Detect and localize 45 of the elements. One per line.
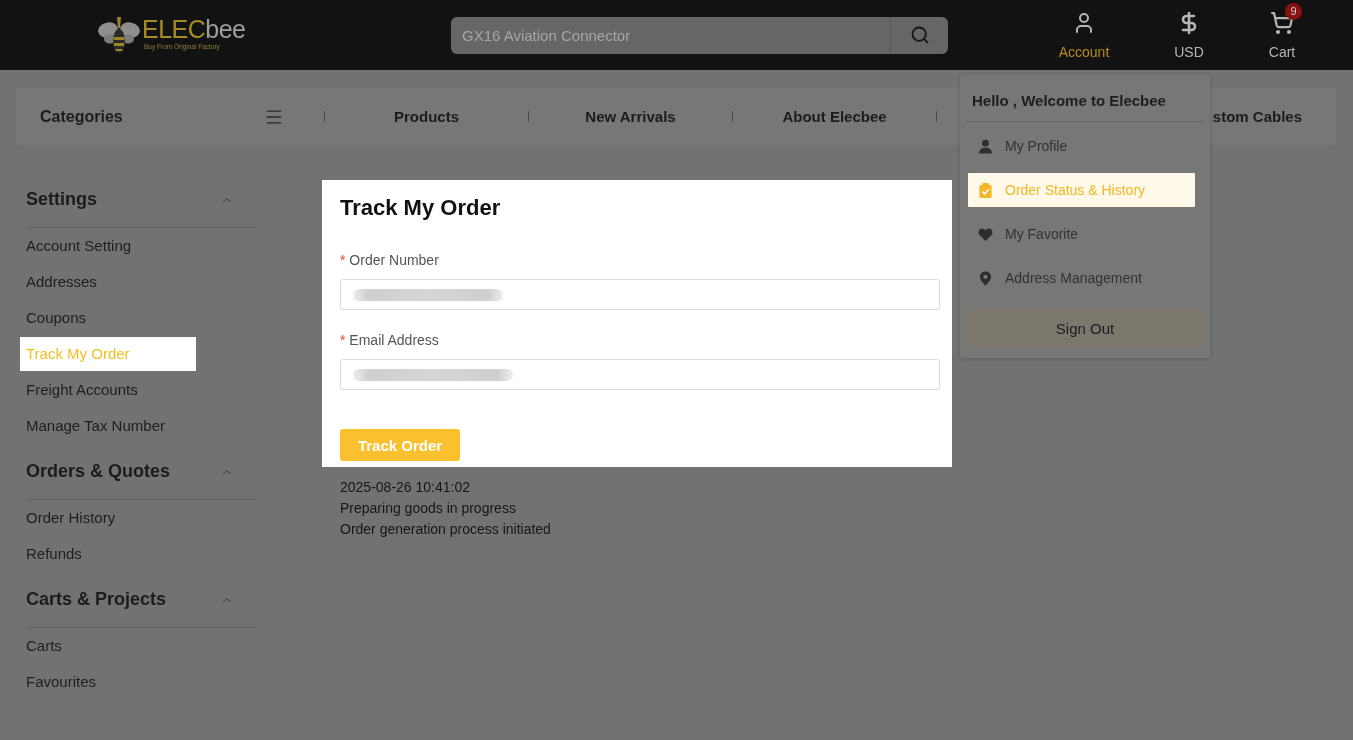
categories-button[interactable]: Categories [40, 105, 284, 128]
field-label: * Email Address [340, 331, 440, 350]
clipboard-check-icon [978, 182, 993, 198]
menu-item[interactable]: My Favorite [968, 217, 1195, 251]
search-button[interactable] [890, 16, 948, 54]
sign-out-button[interactable]: Sign Out [966, 308, 1204, 348]
menu-item[interactable]: Order Status & History [968, 173, 1195, 207]
section-title: Settings [26, 189, 97, 210]
nav-link[interactable]: stom Cables [1212, 106, 1302, 127]
sidebar-item[interactable]: Track My Order [20, 337, 196, 371]
account-button[interactable]: Account [1049, 0, 1119, 70]
menu-item[interactable]: My Profile [968, 129, 1195, 163]
sidebar-item[interactable]: Account Setting [20, 229, 196, 263]
cart-button[interactable]: Cart 9 [1247, 0, 1317, 70]
nav-link[interactable]: About Elecbee [782, 106, 887, 127]
map-pin-icon [978, 270, 993, 286]
search-icon [909, 25, 930, 45]
sidebar-item[interactable]: Freight Accounts [20, 373, 196, 407]
form-title: Track My Order [340, 194, 502, 222]
event-text: Order generation process initiated [340, 520, 551, 539]
sidebar-item[interactable]: Carts [20, 629, 196, 663]
heart-icon [978, 226, 993, 242]
sidebar-item[interactable]: Favourites [20, 665, 196, 699]
input-field[interactable] [340, 359, 940, 390]
event-time: 2025-08-26 10:41:02 [340, 478, 470, 497]
sidebar-item[interactable]: Coupons [20, 301, 196, 335]
event-text: Preparing goods in progress [340, 499, 516, 518]
menu-greeting: Hello , Welcome to Elecbee [966, 75, 1204, 122]
search-field[interactable]: GX16 Aviation Connector [451, 16, 890, 54]
bee-icon [97, 16, 141, 54]
field-label: * Order Number [340, 251, 440, 270]
nav-link[interactable]: New Arrivals [585, 106, 676, 127]
menu-item[interactable]: Address Management [968, 261, 1195, 295]
cart-count-badge: 9 [1285, 3, 1302, 20]
nav-link[interactable]: Products [394, 106, 459, 127]
section-title: Orders & Quotes [26, 461, 171, 482]
sidebar-item[interactable]: Manage Tax Number [20, 409, 196, 443]
brand-name: ELECbee [142, 15, 246, 43]
sidebar-item[interactable]: Order History [20, 501, 196, 535]
input-field[interactable] [340, 279, 940, 310]
section-title: Carts & Projects [26, 589, 167, 610]
currency-button[interactable]: USD [1154, 0, 1224, 70]
sidebar-item[interactable]: Refunds [20, 537, 196, 571]
person-icon [978, 138, 993, 154]
sidebar-item[interactable]: Addresses [20, 265, 196, 299]
